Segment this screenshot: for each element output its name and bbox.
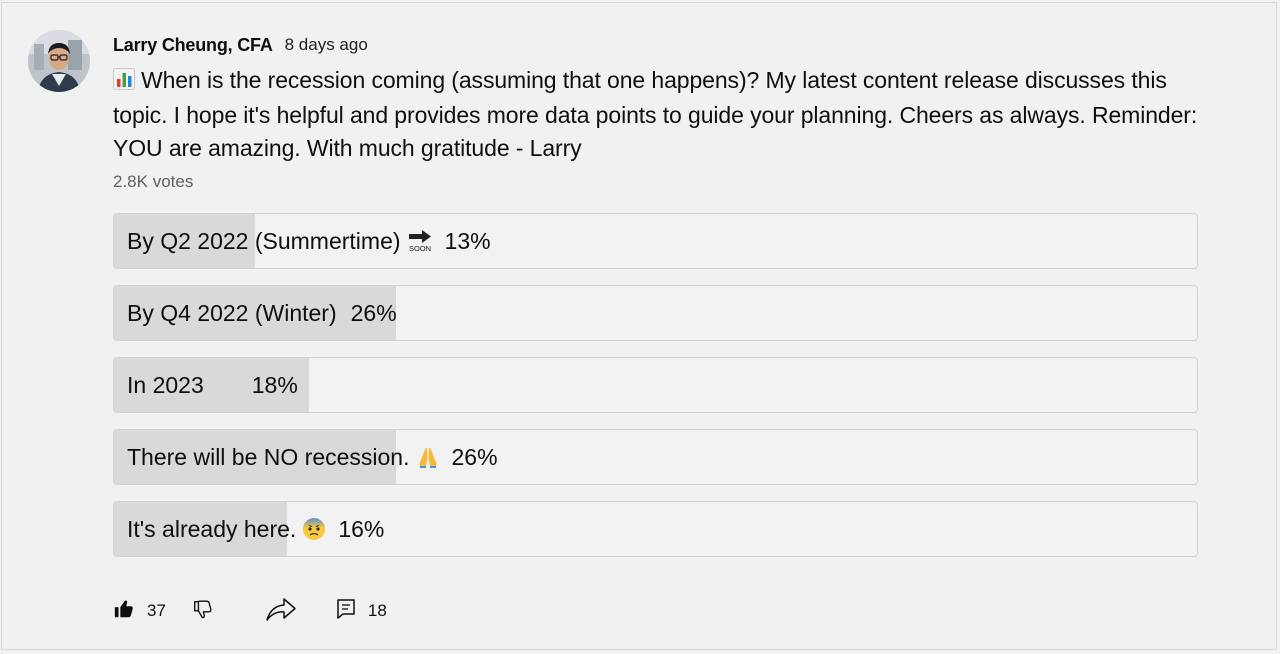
- post-time[interactable]: 8 days ago: [285, 35, 368, 55]
- poll-option-label: In 2023: [127, 371, 204, 398]
- like-button[interactable]: 37: [113, 598, 166, 625]
- comment-count: 18: [367, 601, 387, 620]
- poll-option[interactable]: In 2023 18%: [113, 357, 1198, 413]
- poll-option-percent: 13%: [444, 227, 491, 254]
- post-body: When is the recession coming (assuming t…: [113, 67, 1198, 161]
- poll-option[interactable]: By Q2 2022 (Summertime) SOON 13%: [113, 213, 1198, 269]
- thumbs-up-icon: [113, 598, 135, 625]
- author-name[interactable]: Larry Cheung, CFA: [113, 35, 273, 56]
- share-button[interactable]: [264, 595, 298, 628]
- dislike-button[interactable]: [192, 598, 214, 625]
- poll-option[interactable]: There will be NO recession. 26%: [113, 429, 1198, 485]
- vote-count: 2.8K votes: [113, 172, 194, 191]
- thumbs-down-icon: [192, 598, 214, 625]
- anxious-face-icon: [302, 517, 326, 541]
- folded-hands-icon: [416, 445, 440, 469]
- poll-option-label: There will be NO recession.: [127, 443, 410, 470]
- poll-option-percent: 26%: [451, 443, 498, 470]
- poll-option-label: By Q2 2022 (Summertime): [127, 227, 401, 254]
- avatar[interactable]: [28, 30, 90, 92]
- poll-option-label: By Q4 2022 (Winter): [127, 299, 337, 326]
- poll-option[interactable]: By Q4 2022 (Winter) 26%: [113, 285, 1198, 341]
- svg-text:SOON: SOON: [408, 244, 430, 253]
- post-text: When is the recession coming (assuming t…: [113, 64, 1203, 165]
- poll-option-percent: 18%: [251, 371, 298, 398]
- avatar-photo: [28, 30, 90, 92]
- share-arrow-icon: [264, 595, 298, 628]
- bar-chart-emoji-icon: [113, 66, 135, 99]
- post-header: Larry Cheung, CFA 8 days ago: [113, 33, 368, 57]
- comments-button[interactable]: 18: [336, 598, 387, 625]
- poll-option-percent: 26%: [350, 299, 397, 326]
- poll-option-percent: 16%: [338, 515, 385, 542]
- soon-arrow-icon: SOON: [407, 229, 433, 253]
- poll-option[interactable]: It's already here. 16%: [113, 501, 1198, 557]
- like-count: 37: [147, 601, 166, 620]
- post-actions: 37 18: [113, 597, 387, 625]
- poll-option-label: It's already here.: [127, 515, 297, 542]
- comment-icon: [336, 598, 356, 625]
- poll: By Q2 2022 (Summertime) SOON 13% By Q4 2…: [113, 213, 1198, 573]
- community-post-card: Larry Cheung, CFA 8 days ago When is the…: [1, 2, 1277, 650]
